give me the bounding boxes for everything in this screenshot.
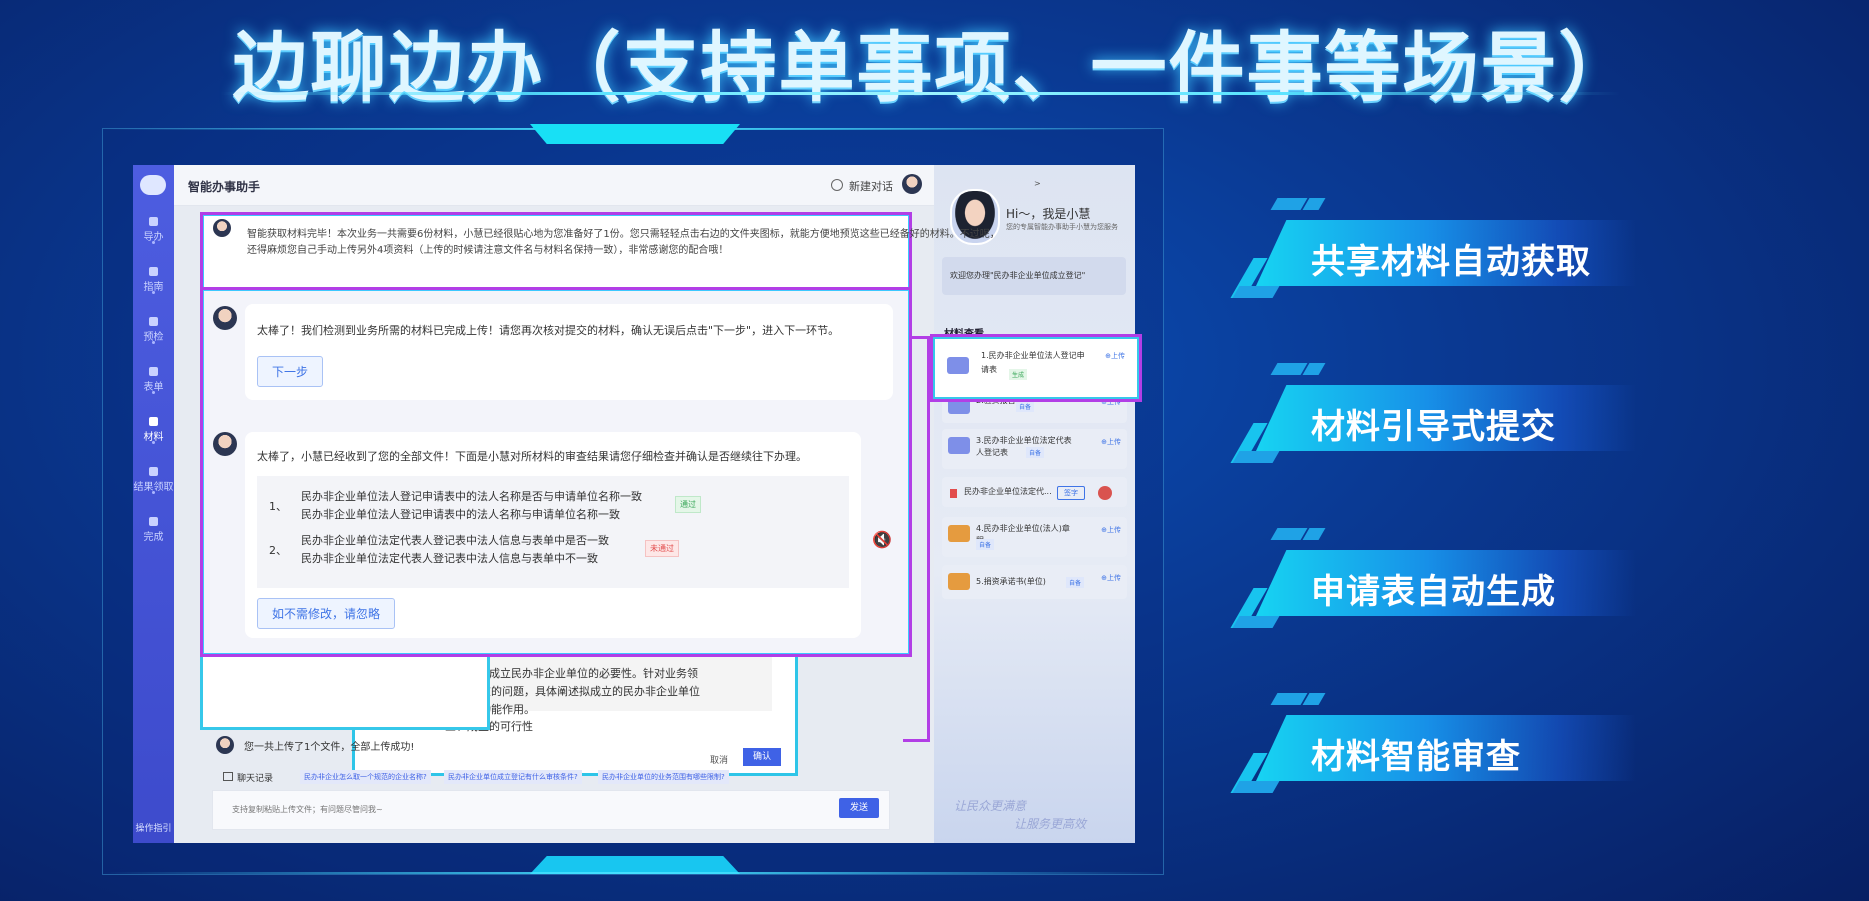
message-card-upload-complete: 太棒了！我们检测到业务所需的材料已完成上传！请您再次核对提交的材料，确认无误后点…	[245, 304, 893, 400]
delete-icon[interactable]	[1098, 486, 1112, 500]
nav-separator	[152, 341, 155, 344]
folder-icon[interactable]	[948, 525, 970, 542]
nav-item-form[interactable]: 表单	[133, 367, 174, 393]
feature-badge-auto-form: 申请表自动生成	[1230, 528, 1656, 638]
nav-item-materials[interactable]: 材料	[133, 417, 174, 443]
folder-icon[interactable]	[948, 573, 970, 590]
review-result-list: 1、 民办非企业单位法人登记申请表中的法人名称是否与申请单位名称一致 民办非企业…	[257, 476, 849, 588]
folder-icon[interactable]	[948, 437, 970, 454]
welcome-banner: 欢迎您办理"民办非企业单位成立登记"	[942, 257, 1126, 295]
operation-guide-link[interactable]: 操作指引	[133, 821, 174, 834]
suggestion-chip[interactable]: 民办非企业单位的业务范围有哪些限制?	[598, 770, 729, 784]
assistant-subtitle: 您的专属智能办事助手小慧为您服务	[1006, 223, 1118, 231]
status-badge-pass: 通过	[675, 496, 701, 513]
robot-logo-icon	[140, 175, 166, 195]
nav-item-manual[interactable]: 指南	[133, 267, 174, 293]
mute-speaker-icon[interactable]: 🔇	[872, 530, 892, 549]
right-panel: > Hi～，我是小慧 您的专属智能办事助手小慧为您服务 欢迎您办理"民办非企业单…	[934, 165, 1135, 843]
sidebar: 导办 指南 预检 表单 材料 结果领取 完成 操作指引	[133, 165, 174, 843]
arrow-icon: >	[1034, 179, 1041, 188]
page-title: 边聊边办（支持单事项、一件事等场景）	[232, 23, 1637, 112]
folder-icon	[149, 417, 158, 426]
upload-result-message: 您一共上传了1个文件，全部上传成功!	[244, 742, 415, 753]
shield-icon	[149, 517, 158, 526]
nav-item-precheck[interactable]: 预检	[133, 317, 174, 343]
title-glow-line	[220, 92, 1620, 95]
assistant-avatar	[213, 432, 237, 456]
feature-badge-guided-submission: 材料引导式提交	[1230, 363, 1656, 473]
nav-separator	[152, 491, 155, 494]
highlighted-material-item[interactable]: 1.民办非企业单位法人登记申请表 生成 ⊕上传	[930, 334, 1142, 402]
feature-badge-smart-review: 材料智能审查	[1230, 693, 1656, 803]
pdf-icon	[950, 489, 957, 498]
frame-top-tab	[530, 124, 740, 144]
nav-item-result[interactable]: 结果领取	[133, 467, 174, 493]
nav-separator	[152, 241, 155, 244]
form-icon	[149, 367, 158, 376]
material-item[interactable]: 3.民办非企业单位法定代表人登记表 自备 ⊕上传	[942, 429, 1127, 469]
slogan-line-1: 让民众更满意	[954, 799, 1027, 813]
new-chat-button[interactable]: 新建对话	[849, 178, 893, 194]
message-card-review-result: 太棒了，小慧已经收到了您的全部文件！下面是小慧对所材料的审查结果请您仔细检查并确…	[245, 432, 861, 638]
message-card-materials: 智能获取材料完毕！本次业务一共需要6份材料，小慧已经很贴心地为您准备好了1份。您…	[200, 212, 1000, 296]
compass-icon	[149, 267, 158, 276]
slogan-line-2: 让服务更高效	[1014, 817, 1087, 831]
nav-item-complete[interactable]: 完成	[133, 517, 174, 543]
chat-history-icon	[223, 772, 233, 781]
suggestion-chip[interactable]: 民办非企业单位成立登记有什么审核条件?	[444, 770, 582, 784]
nav-item-guide[interactable]: 导办	[133, 217, 174, 243]
chat-history-button[interactable]: 聊天记录	[237, 771, 273, 784]
frame-bottom-glow	[102, 872, 1162, 874]
ignore-button[interactable]: 如不需修改，请忽略	[257, 598, 396, 629]
material-item[interactable]: 4.民办非企业单位(法人)章程 自备 ⊕上传	[942, 517, 1127, 557]
doc-icon	[149, 317, 158, 326]
nav-separator	[152, 441, 155, 444]
assistant-greeting: Hi～，我是小慧	[1006, 207, 1091, 221]
nav-separator	[152, 291, 155, 294]
suggestion-chip[interactable]: 民办非企业怎么取一个规范的企业名称?	[300, 770, 431, 784]
user-avatar[interactable]	[902, 174, 922, 194]
highlight-box-cyan	[200, 648, 490, 730]
message-panel-review: 太棒了！我们检测到业务所需的材料已完成上传！请您再次核对提交的材料，确认无误后点…	[200, 287, 912, 657]
next-step-button[interactable]: 下一步	[257, 356, 324, 387]
folder-icon[interactable]	[947, 357, 969, 374]
material-item-signature[interactable]: 民办非企业单位法定代... 签字	[942, 477, 1127, 507]
main-header	[174, 165, 934, 206]
plus-circle-icon	[831, 179, 843, 191]
material-item[interactable]: 5.捐资承诺书(单位) 自备 ⊕上传	[942, 565, 1127, 599]
assistant-avatar	[213, 219, 231, 237]
cancel-button[interactable]: 取消	[710, 753, 728, 766]
confirm-button[interactable]: 确认	[743, 748, 781, 766]
assistant-avatar	[213, 306, 237, 330]
app-title: 智能办事助手	[188, 180, 261, 194]
feature-badge-shared-materials: 共享材料自动获取	[1230, 198, 1656, 308]
guide-icon	[149, 217, 158, 226]
chat-input-placeholder: 支持复制粘贴上传文件；有问题尽管问我~	[232, 805, 383, 814]
sign-button[interactable]: 签字	[1057, 486, 1085, 500]
send-button[interactable]: 发送	[839, 798, 879, 818]
nav-separator	[152, 391, 155, 394]
result-icon	[149, 467, 158, 476]
status-badge-fail: 未通过	[645, 540, 679, 557]
assistant-avatar	[216, 736, 234, 754]
